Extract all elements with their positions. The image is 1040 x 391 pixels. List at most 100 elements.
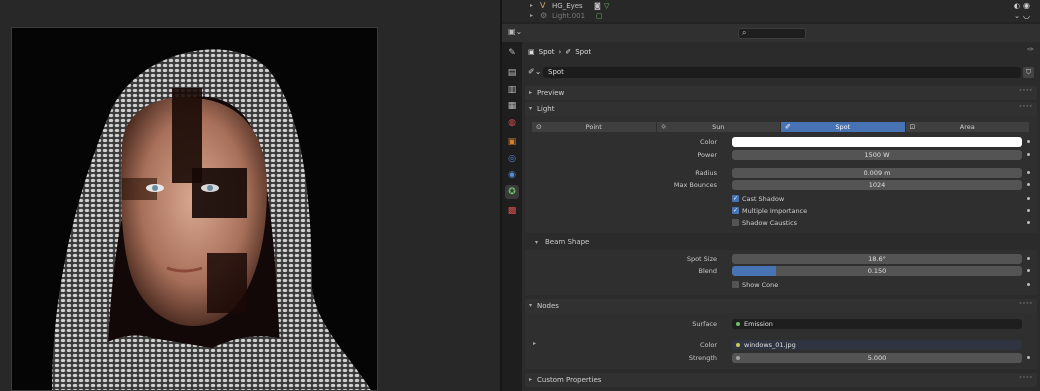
cast-shadow-label: Cast Shadow	[742, 195, 785, 203]
object-data-icon: ◙	[594, 1, 601, 10]
eye-hidden-icon[interactable]: ◡	[1023, 11, 1030, 20]
spot-size-row: Spot Size 18.6°	[525, 254, 1037, 264]
breadcrumb-separator-icon: ›	[558, 48, 562, 56]
light-panel-header[interactable]: ▾ Light ∙∙∙∙	[525, 102, 1037, 116]
expand-arrow-icon[interactable]: ▸	[530, 12, 533, 19]
light-object-icon: ⚙	[540, 10, 548, 20]
node-color-label: Color	[700, 341, 717, 349]
keyframe-dot-icon[interactable]	[1027, 171, 1030, 174]
keyframe-dot-icon[interactable]	[1027, 209, 1030, 212]
light-datablock-icon[interactable]: ✐⌄	[528, 67, 541, 76]
keyframe-dot-icon[interactable]	[1027, 221, 1030, 224]
surface-shader-field[interactable]: Emission	[732, 319, 1022, 329]
surface-shader-value: Emission	[744, 320, 773, 328]
beam-shape-subpanel-header[interactable]: ▾ Beam Shape	[525, 236, 1037, 249]
blender-window: ▸ V HG_Eyes ◙ ▽ ◐ ◉ ▸ ⚙ Light.001 ▢ ⌄ ◡ …	[0, 0, 1040, 391]
keyframe-dot-icon[interactable]	[1027, 283, 1030, 286]
keyframe-dot-icon[interactable]	[1027, 257, 1030, 260]
outliner-row[interactable]: ▸ ⚙ Light.001 ▢ ⌄ ◡	[502, 10, 1040, 21]
shadow-caustics-checkbox[interactable]	[732, 219, 739, 226]
expanded-arrow-icon: ▾	[535, 239, 539, 246]
camera-visibility-icon[interactable]: ⌄	[1014, 12, 1020, 20]
surface-row: Surface Emission	[525, 319, 1037, 329]
editor-type-icon[interactable]: ▣⌄	[508, 27, 528, 39]
breadcrumb-object: Spot	[538, 48, 555, 56]
texture-tab-icon[interactable]: ▩	[505, 204, 519, 218]
light-data-tab-icon[interactable]: ✪	[505, 185, 519, 199]
nodes-panel-header[interactable]: ▾ Nodes ∙∙∙∙	[525, 299, 1037, 313]
pin-icon[interactable]: ✑	[1027, 45, 1034, 54]
node-color-row: Color windows_01.jpg	[525, 340, 1037, 350]
datablock-name-field[interactable]: Spot	[543, 67, 1021, 78]
expanded-arrow-icon: ▾	[529, 105, 533, 112]
view-layer-tab-icon[interactable]: ▦	[505, 99, 519, 113]
strength-field[interactable]: 5.000	[732, 353, 1022, 363]
keyframe-dot-icon[interactable]	[1027, 153, 1030, 156]
max-bounces-label: Max Bounces	[673, 181, 717, 189]
search-input[interactable]: ⌕	[738, 28, 806, 39]
drag-grip-icon[interactable]: ∙∙∙∙	[1018, 83, 1032, 97]
light-type-area-button[interactable]: ⊡ Area	[905, 122, 1029, 132]
strength-value: 5.000	[867, 354, 887, 362]
preview-panel-header[interactable]: ▸ Preview ∙∙∙∙	[525, 86, 1037, 100]
fake-user-icon[interactable]: ⛉	[1023, 67, 1034, 78]
blend-slider[interactable]: 0.150	[732, 266, 1022, 276]
drag-grip-icon[interactable]: ∙∙∙∙	[1018, 296, 1032, 310]
spot-light-icon: ✐	[565, 48, 572, 56]
area-light-icon: ⊡	[909, 123, 916, 131]
expand-arrow-icon[interactable]: ▸	[530, 2, 533, 9]
camera-visibility-icon[interactable]: ◐	[1014, 2, 1020, 10]
color-swatch[interactable]	[732, 137, 1022, 147]
sun-light-icon: ☼	[660, 123, 667, 131]
shader-socket-icon	[736, 322, 740, 326]
light-type-sun-button[interactable]: ☼ Sun	[656, 122, 780, 132]
show-cone-label: Show Cone	[742, 281, 779, 289]
keyframe-dot-icon[interactable]	[1027, 183, 1030, 186]
power-row: Power 1500 W	[525, 150, 1037, 160]
vertex-groups-icon: V	[540, 0, 546, 10]
float-socket-icon	[736, 356, 740, 360]
spot-size-label: Spot Size	[686, 255, 717, 263]
physics-tab-icon[interactable]: ◎	[505, 152, 519, 166]
nodes-panel-body: Surface Emission ▸ Color windows_01.jpg …	[525, 313, 1037, 369]
max-bounces-field[interactable]: 1024	[732, 180, 1022, 190]
color-row: Color	[525, 137, 1037, 147]
keyframe-dot-icon[interactable]	[1027, 269, 1030, 272]
radius-row: Radius 0.009 m	[525, 168, 1037, 178]
surface-label: Surface	[692, 320, 717, 328]
light-type-selector: ⊙ Point ☼ Sun ✐ Spot ⊡ Area	[532, 122, 1030, 132]
spot-size-field[interactable]: 18.6°	[732, 254, 1022, 264]
drag-grip-icon[interactable]: ∙∙∙∙	[1018, 370, 1032, 384]
show-cone-checkbox[interactable]	[732, 281, 739, 288]
render-image	[11, 27, 378, 391]
keyframe-dot-icon[interactable]	[1027, 140, 1030, 143]
color-socket-icon	[736, 343, 740, 347]
power-field[interactable]: 1500 W	[732, 150, 1022, 160]
drag-grip-icon[interactable]: ∙∙∙∙	[1018, 99, 1032, 113]
render-tab-icon[interactable]: ▤	[505, 66, 519, 80]
custom-properties-panel-header[interactable]: ▸ Custom Properties ∙∙∙∙	[525, 373, 1037, 387]
image-texture-field[interactable]: windows_01.jpg	[732, 340, 1022, 350]
tool-tab-icon[interactable]: ✎	[505, 46, 519, 60]
multiple-importance-checkbox[interactable]: ✓	[732, 207, 739, 214]
color-label: Color	[700, 138, 717, 146]
modifier-icon: ▽	[604, 1, 610, 10]
light-data-icon: ▢	[596, 11, 603, 20]
object-tab-icon[interactable]: ▣	[505, 135, 519, 149]
output-tab-icon[interactable]: ▥	[505, 83, 519, 97]
eye-visibility-icon[interactable]: ◉	[1023, 1, 1030, 10]
scene-tab-icon[interactable]: ◍	[505, 116, 519, 130]
render-viewport[interactable]	[0, 0, 500, 391]
image-texture-value: windows_01.jpg	[744, 341, 796, 349]
collapsed-arrow-icon: ▸	[529, 89, 533, 96]
constraints-tab-icon[interactable]: ◉	[505, 168, 519, 182]
beam-shape-title: Beam Shape	[545, 238, 590, 246]
light-type-spot-button[interactable]: ✐ Spot	[781, 122, 905, 132]
datablock-row: ✐⌄ Spot ⛉	[528, 67, 1034, 79]
cast-shadow-checkbox[interactable]: ✓	[732, 195, 739, 202]
keyframe-dot-icon[interactable]	[1027, 197, 1030, 200]
keyframe-dot-icon[interactable]	[1027, 356, 1030, 359]
search-icon: ⌕	[742, 28, 747, 37]
light-type-point-button[interactable]: ⊙ Point	[532, 122, 656, 132]
radius-field[interactable]: 0.009 m	[732, 168, 1022, 178]
